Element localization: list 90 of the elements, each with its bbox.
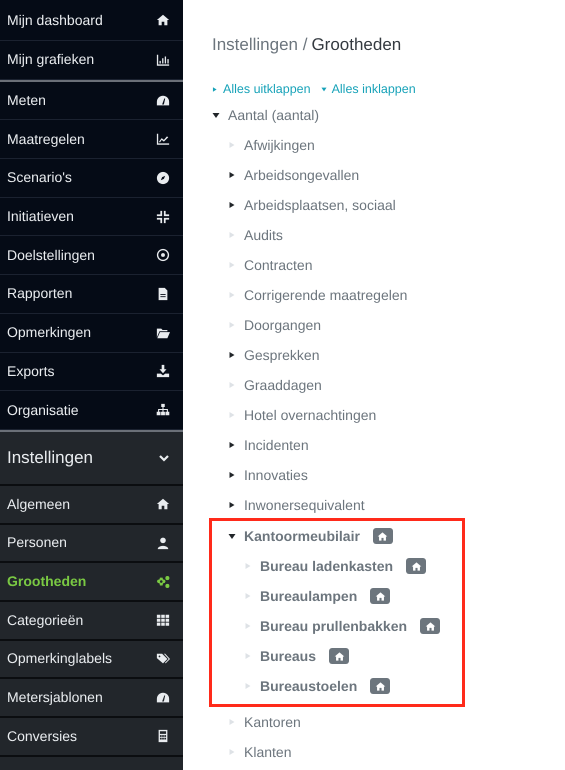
caret-right-icon [212, 86, 218, 92]
breadcrumb-item[interactable]: Instellingen / [212, 32, 308, 58]
caret-right-icon [228, 321, 236, 329]
caret-right-icon [228, 748, 236, 756]
caret-down-icon[interactable] [228, 532, 236, 540]
home-icon [374, 590, 386, 602]
grid-icon [156, 613, 170, 628]
sidebar-item[interactable]: Categorieën [0, 602, 183, 641]
sidebar-item[interactable]: Meten [0, 82, 183, 120]
breadcrumb-item: Grootheden [311, 34, 402, 56]
tree-item-label[interactable]: Aantal (aantal) [228, 104, 320, 126]
tree-item-label[interactable]: Graaddagen [244, 374, 322, 396]
home-icon [377, 530, 388, 542]
tree-item-label[interactable]: Bureaus [260, 646, 316, 666]
tree-item-label[interactable]: Bureaustoelen [260, 676, 358, 696]
tree-item-label[interactable]: Audits [244, 224, 283, 246]
caret-right-icon [244, 622, 252, 630]
home-icon [410, 560, 422, 572]
sidebar-item[interactable]: Personen [0, 524, 183, 564]
tree-item-label[interactable]: Bureaulampen [260, 586, 358, 606]
sidebar-item[interactable]: Maatregelen [0, 120, 183, 160]
tree-action-link[interactable]: Alles uitklappen [212, 80, 311, 98]
caret-right-icon [228, 261, 236, 269]
sidebar-item[interactable]: Mijn dashboard [0, 0, 183, 41]
caret-right-icon[interactable] [228, 471, 236, 479]
sidebar-item[interactable]: Opmerkinglabels [0, 640, 183, 680]
sidebar-item[interactable]: Algemeen [0, 486, 183, 525]
target-icon [156, 248, 170, 262]
tree-item-label[interactable]: Kantoormeubilair [244, 526, 360, 546]
tree-item-label[interactable]: Arbeidsongevallen [244, 164, 360, 186]
tree-item-label[interactable]: Doorgangen [244, 314, 322, 336]
sidebar-item[interactable]: Rapporten [0, 275, 183, 314]
bar-chart-icon [156, 52, 170, 67]
caret-right-icon [228, 718, 236, 726]
download-icon [156, 364, 170, 378]
gears-icon [156, 574, 170, 589]
caret-down-icon [320, 86, 327, 92]
sidebar-item[interactable]: Scenario's [0, 159, 183, 198]
tags-icon [156, 652, 170, 666]
tree-item-label[interactable]: Afwijkingen [244, 134, 315, 156]
calculator-icon [156, 729, 170, 744]
home-icon [334, 650, 345, 662]
tree-item-label[interactable]: Incidenten [244, 434, 309, 456]
caret-right-icon [244, 682, 252, 690]
tree-item-label[interactable]: Kantoren [244, 712, 301, 732]
sidebar-item[interactable]: Metersjablonen [0, 679, 183, 718]
caret-right-icon[interactable] [228, 171, 236, 179]
document-icon [156, 286, 170, 301]
tree-action-link[interactable]: Alles inklappen [320, 80, 416, 98]
compass-icon [156, 170, 170, 185]
folder-icon [156, 326, 170, 340]
home-icon [156, 13, 170, 27]
sidebar-item[interactable]: Doelstellingen [0, 236, 183, 276]
caret-right-icon[interactable] [228, 201, 236, 209]
sidebar-item[interactable]: Initiatieven [0, 198, 183, 236]
caret-right-icon[interactable] [228, 441, 236, 449]
caret-right-icon [244, 652, 252, 660]
caret-right-icon [244, 562, 252, 570]
tree-item-label[interactable]: Bureau ladenkasten [260, 556, 394, 576]
caret-right-icon[interactable] [228, 501, 236, 509]
sidebar-item[interactable]: Opmerkingen [0, 314, 183, 352]
compress-icon [156, 210, 170, 224]
tree-item-label[interactable]: Corrigerende maatregelen [244, 284, 408, 306]
tree-item-label[interactable]: Hotel overnachtingen [244, 404, 376, 426]
caret-down-icon[interactable] [212, 111, 220, 119]
home-icon [374, 680, 386, 692]
caret-right-icon [228, 291, 236, 299]
gauge-icon [156, 94, 170, 108]
sidebar-item[interactable]: Grootheden [0, 563, 183, 602]
tree-item-label[interactable]: Bureau prullenbakken [260, 616, 408, 636]
caret-right-icon [228, 231, 236, 239]
tree-item-label[interactable]: Inwonersequivalent [244, 494, 365, 516]
line-chart-icon [156, 132, 170, 146]
caret-right-icon [228, 381, 236, 389]
caret-right-icon [228, 141, 236, 149]
tree-item-label[interactable]: Gesprekken [244, 344, 320, 366]
caret-right-icon [228, 411, 236, 419]
home-icon [424, 620, 436, 632]
caret-right-icon[interactable] [228, 351, 236, 359]
tree-item-label[interactable]: Innovaties [244, 464, 308, 486]
tree-item-label[interactable]: Arbeidsplaatsen, sociaal [244, 194, 396, 216]
settings-section-header[interactable]: Instellingen [0, 432, 183, 486]
sidebar-item[interactable]: Exports [0, 352, 183, 392]
caret-right-icon [244, 592, 252, 600]
user-icon [156, 536, 170, 550]
tree-item-label[interactable]: Contracten [244, 254, 312, 276]
tree-item-label[interactable]: Klanten [244, 742, 292, 762]
sitemap-icon [156, 403, 170, 418]
gauge-icon [156, 690, 170, 705]
home-icon [156, 497, 170, 512]
